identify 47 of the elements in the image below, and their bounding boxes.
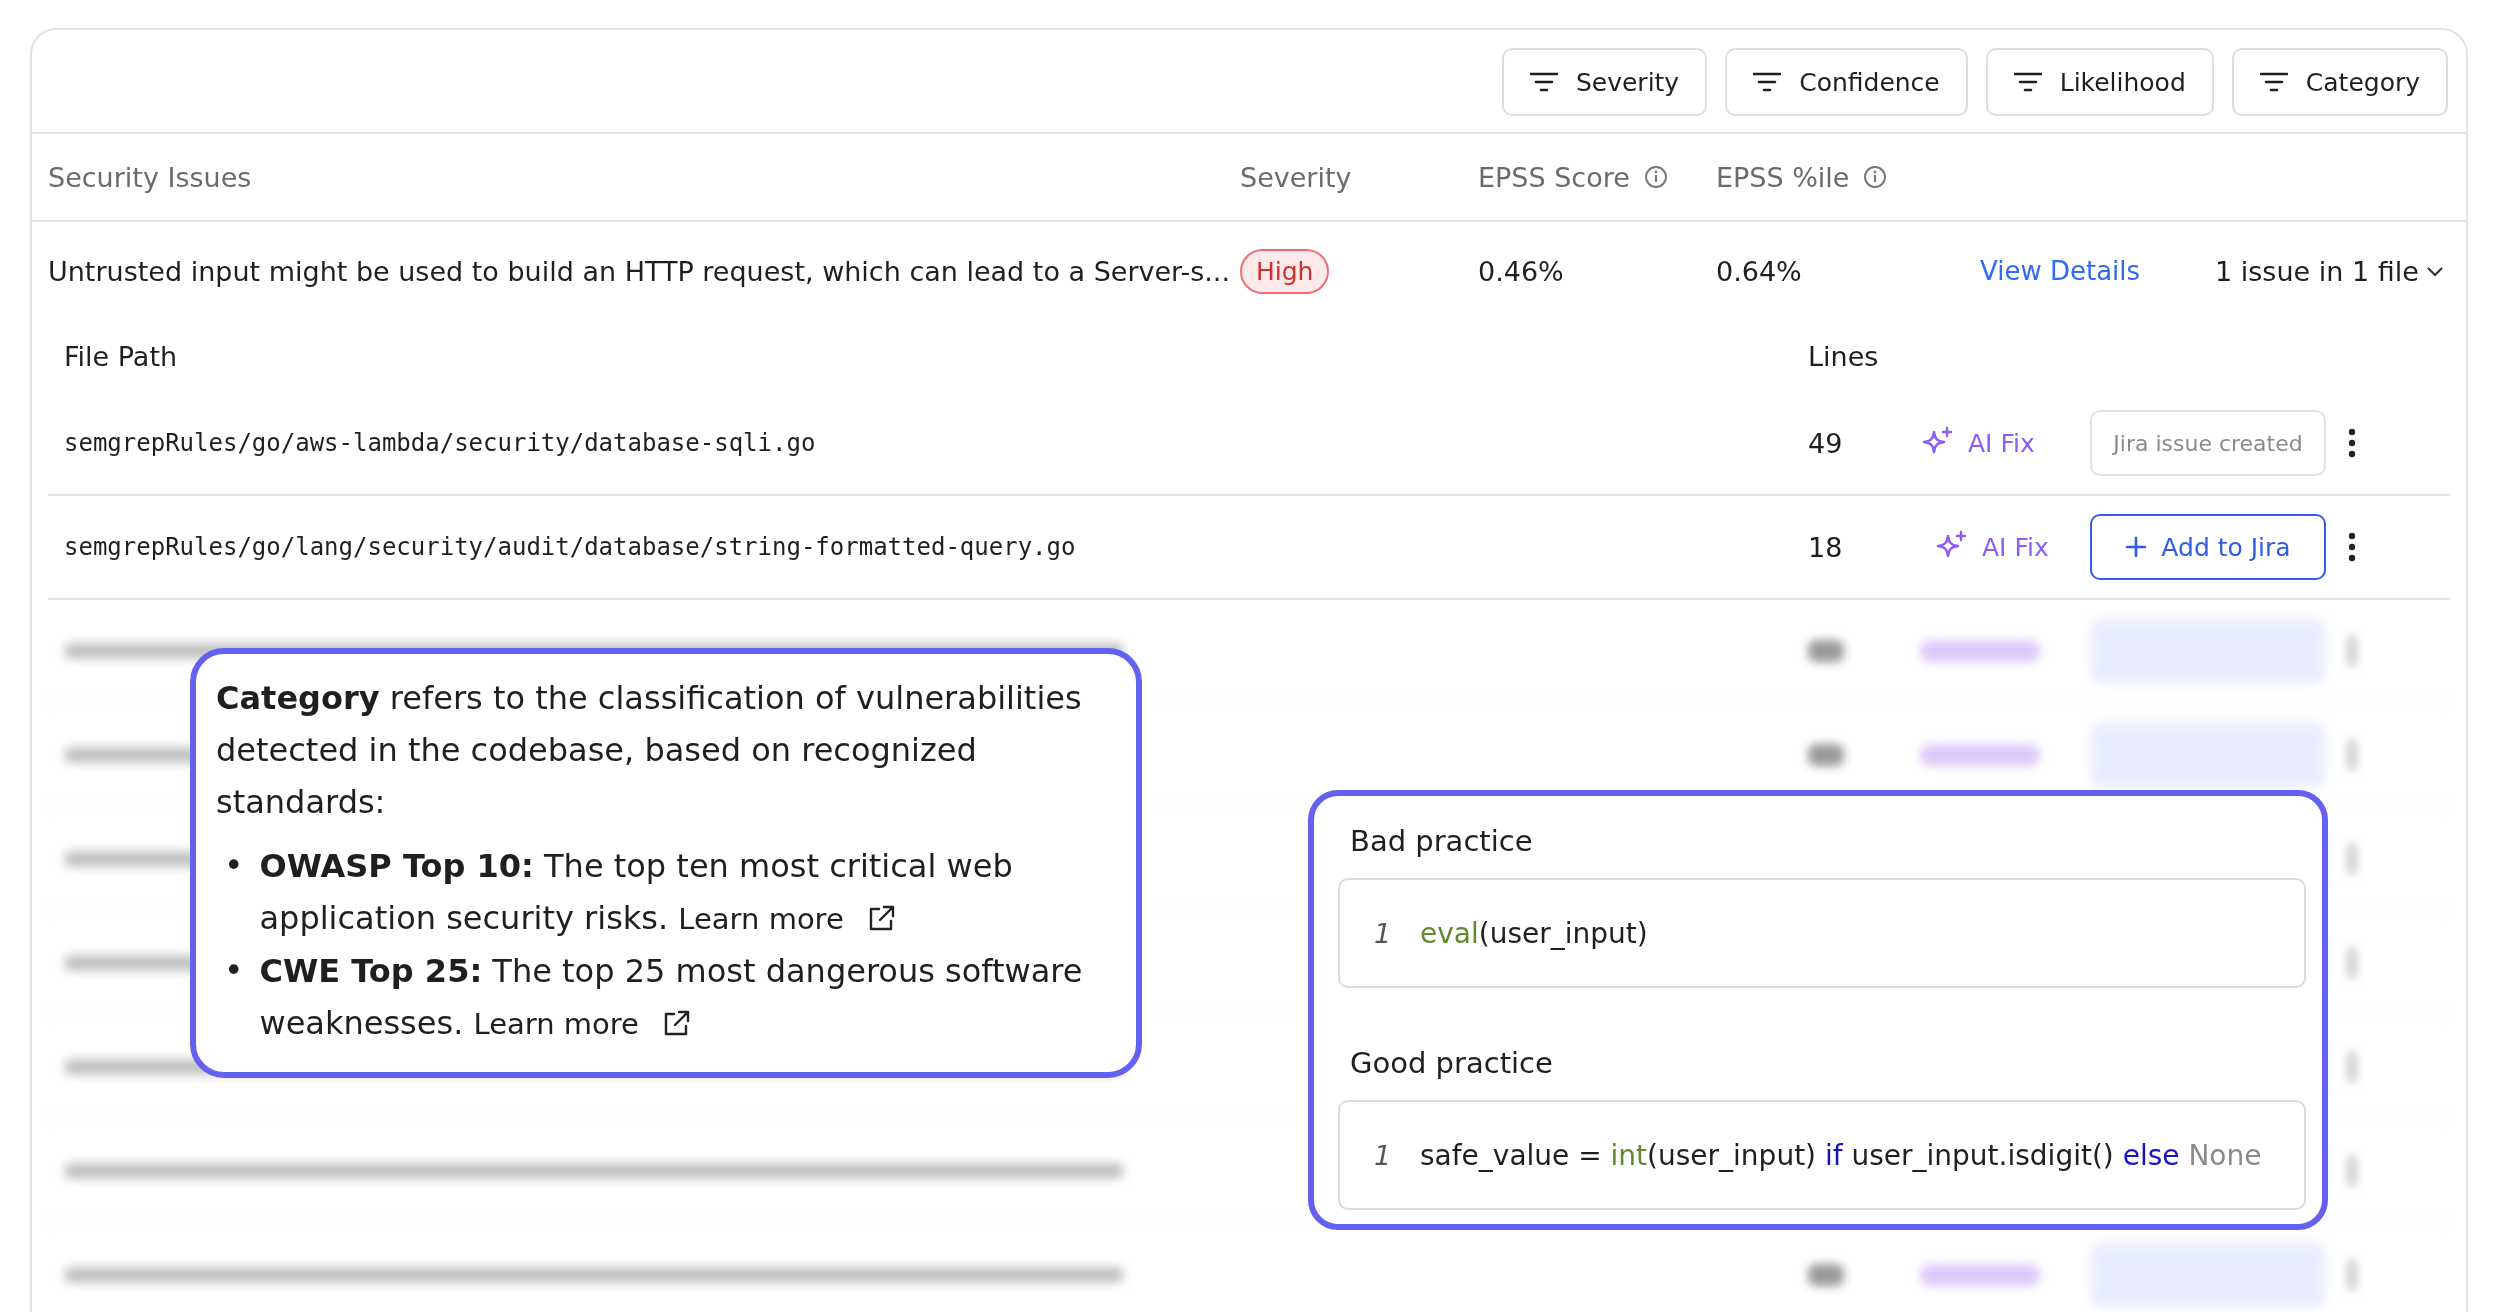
tooltip-list-item: CWE Top 25: The top 25 most dangerous software weaknesses. Learn more <box>259 945 1116 1050</box>
ai-fix-button[interactable]: AI Fix <box>1934 530 2090 564</box>
filter-button[interactable]: Confidence <box>1725 48 1968 116</box>
issue-title: Untrusted input might be used to build an HTTP request, which can lead to a Server-s... <box>48 255 1232 287</box>
filter-button[interactable]: Likelihood <box>1985 48 2214 116</box>
line-number: 49 <box>1808 427 1844 459</box>
learn-more-link[interactable]: Learn more <box>678 893 896 945</box>
ai-fix-button[interactable]: AI Fix <box>1920 426 2090 460</box>
add-to-jira-button[interactable]: Add to Jira <box>2090 514 2326 580</box>
more-options-icon[interactable] <box>2348 532 2356 562</box>
filter-button[interactable]: Category <box>2231 48 2448 116</box>
code-line-number: 1 <box>1374 1139 1393 1171</box>
bullet: • <box>224 845 244 887</box>
view-details-link[interactable]: View Details <box>1980 256 2215 286</box>
file-path: semgrepRules/go/lang/security/audit/database/string-formatted-query.go <box>64 533 1077 561</box>
filter-icon <box>2259 71 2288 93</box>
code-line: eval(user_input) <box>1420 916 1648 950</box>
line-number: 18 <box>1808 531 1844 563</box>
code-line-number: 1 <box>1374 917 1393 949</box>
column-header: Lines <box>1808 340 1880 372</box>
epss-percentile: 0.64% <box>1716 255 1803 287</box>
column-header[interactable]: EPSS %ile <box>1716 161 1888 193</box>
column-header[interactable]: Security Issues <box>48 161 252 193</box>
column-header[interactable]: EPSS Score <box>1478 161 1668 193</box>
filter-icon <box>1753 71 1782 93</box>
info-icon[interactable] <box>1643 165 1668 189</box>
practice-title: Good practice <box>1350 1046 1554 1080</box>
plus-icon <box>2125 536 2148 558</box>
filter-icon <box>2013 71 2042 93</box>
column-header: File Path <box>64 340 179 372</box>
epss-score: 0.46% <box>1478 255 1565 287</box>
tooltip-list-item: OWASP Top 10: The top ten most critical web application security risks. Learn more <box>259 840 1116 945</box>
info-icon[interactable] <box>1863 165 1888 189</box>
practice-title: Bad practice <box>1350 824 1534 858</box>
learn-more-link[interactable]: Learn more <box>473 998 691 1050</box>
more-options-icon[interactable] <box>2348 428 2356 458</box>
column-header[interactable]: Severity <box>1240 161 1352 193</box>
severity-badge: High <box>1240 248 1330 294</box>
file-path: semgrepRules/go/aws-lambda/security/database-sqli.go <box>64 429 817 457</box>
bullet: • <box>224 950 244 992</box>
jira-status-button[interactable]: Jira issue created <box>2090 410 2326 476</box>
tooltip-text: Category refers to the classification of vulnerabilities detected in the codebase, based on recognized standards: <box>216 678 1083 823</box>
filter-button[interactable]: Severity <box>1501 48 1708 116</box>
issue-count-toggle[interactable]: 1 issue in 1 file <box>2215 255 2466 287</box>
code-line: safe_value = int(user_input) if user_input.isdigit() else None <box>1420 1138 2262 1172</box>
filter-icon <box>1529 71 1558 93</box>
chevron-down-icon <box>2424 264 2445 278</box>
